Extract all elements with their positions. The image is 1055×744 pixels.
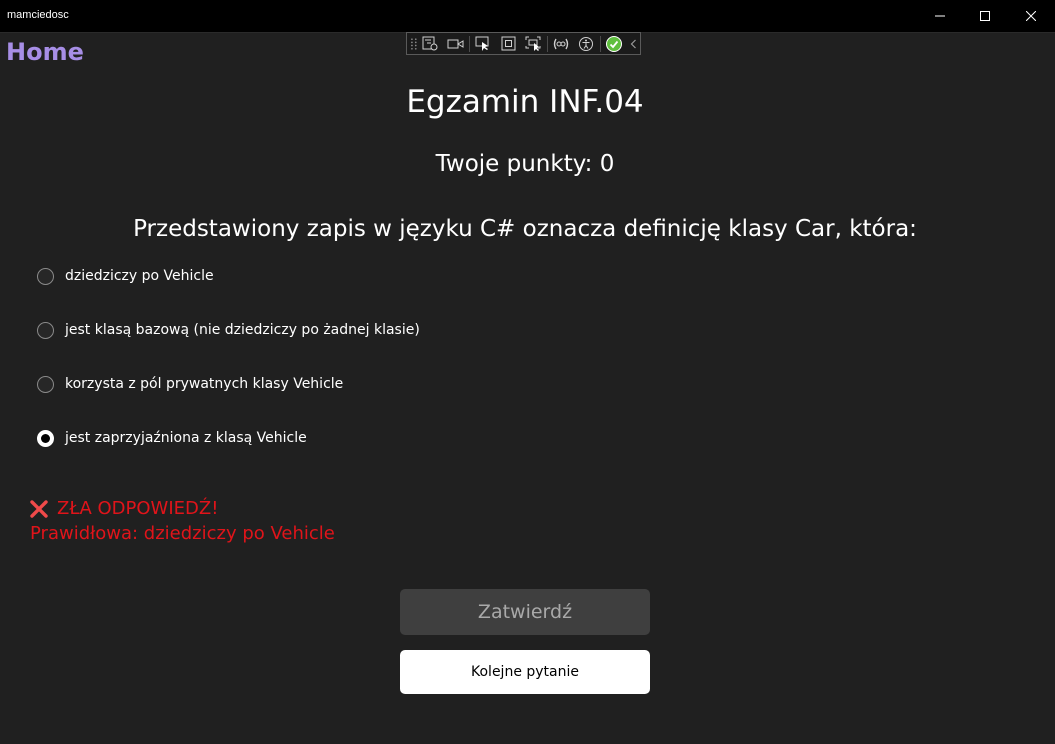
radio-button[interactable] — [37, 375, 54, 393]
toolbar-separator — [599, 35, 601, 52]
check-circle-icon — [606, 35, 623, 52]
live-visual-tree-button[interactable] — [418, 33, 443, 54]
accessibility-checker-button[interactable] — [574, 33, 599, 54]
select-element-button[interactable] — [471, 33, 496, 54]
radio-button[interactable] — [37, 429, 54, 447]
debug-toolbar — [406, 32, 641, 55]
home-link[interactable]: Home — [6, 38, 84, 66]
answer-option-2[interactable]: jest klasą bazową (nie dziedziczy po żad… — [37, 319, 420, 341]
record-icon — [447, 39, 464, 48]
display-layout-adorners-button[interactable] — [496, 33, 521, 54]
display-layout-adorners-icon — [501, 36, 516, 51]
maximize-button[interactable] — [962, 0, 1008, 32]
radio-button[interactable] — [37, 321, 54, 339]
question-text: Przedstawiony zapis w języku C# oznacza … — [133, 216, 917, 242]
grip-icon[interactable] — [410, 37, 418, 51]
wrong-answer-text: ZŁA ODPOWIEDŹ! — [57, 498, 219, 519]
live-visual-tree-icon — [422, 36, 438, 51]
cross-icon — [30, 499, 48, 518]
minimize-icon — [935, 15, 945, 17]
collapse-chevron-icon — [630, 39, 636, 48]
track-focus-button[interactable] — [521, 33, 546, 54]
answer-label: dziedziczy po Vehicle — [65, 268, 214, 284]
status-check-button[interactable] — [602, 33, 627, 54]
close-icon — [1026, 11, 1036, 21]
binding-failures-button[interactable] — [549, 33, 574, 54]
window-title: mamciedosc — [7, 9, 69, 21]
minimize-button[interactable] — [917, 0, 963, 32]
correct-answer-text: Prawidłowa: dziedziczy po Vehicle — [30, 523, 335, 544]
answer-option-4[interactable]: jest zaprzyjaźniona z klasą Vehicle — [37, 427, 307, 449]
answer-option-3[interactable]: korzysta z pól prywatnych klasy Vehicle — [37, 373, 343, 395]
close-button[interactable] — [1008, 0, 1054, 32]
title-bar: mamciedosc — [0, 0, 1055, 33]
confirm-button[interactable]: Zatwierdź — [400, 589, 650, 635]
answer-label: jest klasą bazową (nie dziedziczy po żad… — [65, 322, 420, 338]
binding-failures-icon — [553, 38, 569, 49]
answer-label: korzysta z pól prywatnych klasy Vehicle — [65, 376, 344, 392]
page-title: Egzamin INF.04 — [406, 84, 644, 120]
collapse-toolbar-button[interactable] — [627, 33, 640, 54]
record-button[interactable] — [443, 33, 468, 54]
radio-button[interactable] — [37, 267, 54, 285]
feedback-message: ZŁA ODPOWIEDŹ! Prawidłowa: dziedziczy po… — [28, 498, 335, 544]
wrong-answer-row: ZŁA ODPOWIEDŹ! — [28, 498, 335, 519]
score-text: Twoje punkty: 0 — [435, 151, 615, 177]
answer-option-1[interactable]: dziedziczy po Vehicle — [37, 265, 214, 287]
maximize-icon — [980, 11, 990, 21]
toolbar-separator — [546, 35, 548, 52]
answer-label: jest zaprzyjaźniona z klasą Vehicle — [65, 430, 307, 446]
select-element-icon — [475, 36, 489, 51]
track-focus-icon — [525, 36, 541, 51]
next-question-button[interactable]: Kolejne pytanie — [400, 650, 650, 694]
toolbar-separator — [468, 35, 470, 52]
accessibility-checker-icon — [579, 36, 594, 51]
